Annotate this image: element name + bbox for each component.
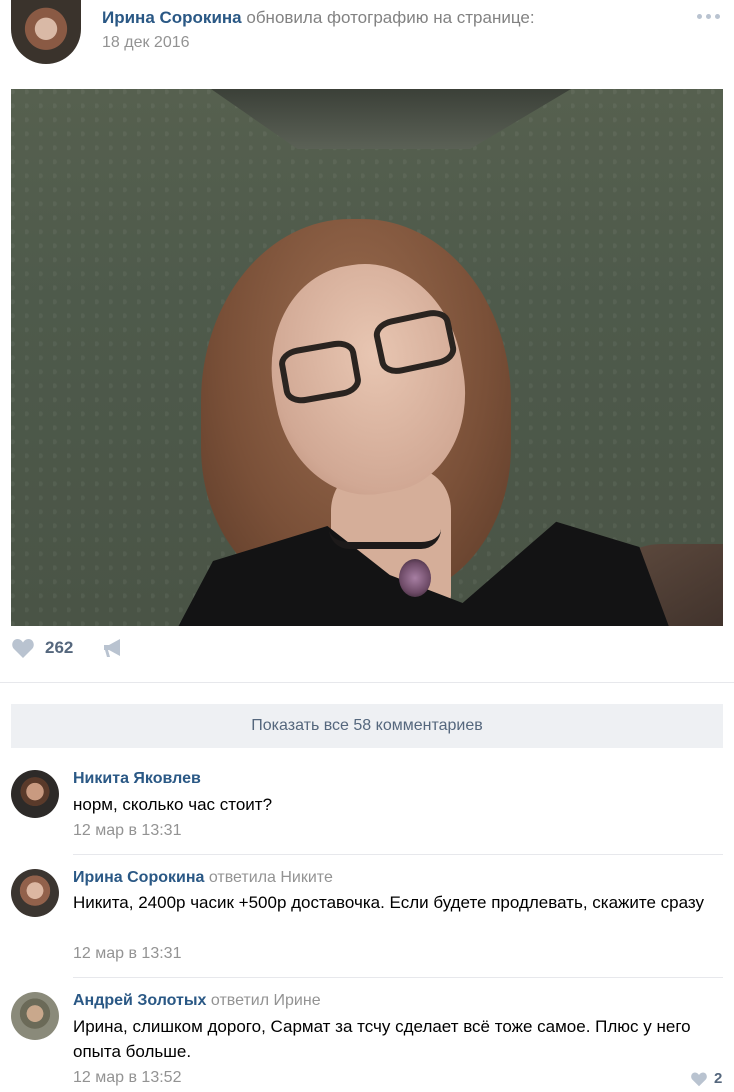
comment-author-avatar[interactable] bbox=[11, 992, 59, 1040]
post-author-line: Ирина Сорокина обновила фотографию на ст… bbox=[102, 8, 535, 28]
comment-author-avatar[interactable] bbox=[11, 869, 59, 917]
post-action-text: обновила фотографию на странице: bbox=[246, 8, 535, 27]
comment-author-line: Андрей Золотых ответил Ирине bbox=[73, 992, 321, 1010]
post-header: Ирина Сорокина обновила фотографию на ст… bbox=[0, 0, 734, 80]
show-all-comments-button[interactable]: Показать все 58 комментариев bbox=[11, 704, 723, 748]
megaphone-icon[interactable] bbox=[102, 637, 126, 659]
post-author-avatar[interactable] bbox=[11, 0, 81, 64]
comment-reply-to[interactable]: ответила Никите bbox=[209, 869, 333, 886]
comment-reply-to[interactable]: ответил Ирине bbox=[211, 992, 321, 1009]
post-photo[interactable] bbox=[11, 89, 723, 626]
divider bbox=[73, 854, 723, 855]
comment-text: норм, сколько час стоит? bbox=[73, 795, 273, 814]
comment-author-line: Ирина Сорокина ответила Никите bbox=[73, 869, 333, 887]
divider bbox=[0, 682, 734, 683]
heart-icon[interactable] bbox=[11, 637, 35, 659]
comment-text: Никита, 2400р часик +500р доставочка. Ес… bbox=[73, 893, 704, 912]
comment-author-name[interactable]: Ирина Сорокина bbox=[73, 869, 204, 886]
like-count: 262 bbox=[45, 638, 74, 657]
comment-author-avatar[interactable] bbox=[11, 770, 59, 818]
divider bbox=[73, 977, 723, 978]
post-date[interactable]: 18 дек 2016 bbox=[102, 34, 190, 52]
post-actions: 262 bbox=[0, 630, 734, 670]
comment-like-button[interactable]: 2 bbox=[690, 1069, 730, 1091]
comment-text: Ирина, слишком дорого, Сармат за тсчу сд… bbox=[73, 1017, 691, 1061]
post-author-name[interactable]: Ирина Сорокина bbox=[102, 8, 242, 27]
heart-icon bbox=[691, 1072, 707, 1087]
comment-author-name[interactable]: Андрей Золотых bbox=[73, 992, 206, 1009]
comment-like-count: 2 bbox=[714, 1070, 723, 1087]
comment-author-name[interactable]: Никита Яковлев bbox=[73, 770, 201, 787]
comment-author-line: Никита Яковлев bbox=[73, 770, 201, 788]
comment-date[interactable]: 12 мар в 13:52 bbox=[73, 1069, 181, 1087]
comment-date[interactable]: 12 мар в 13:31 bbox=[73, 822, 181, 840]
comment-date[interactable]: 12 мар в 13:31 bbox=[73, 945, 181, 963]
more-dots-icon[interactable] bbox=[697, 11, 723, 21]
